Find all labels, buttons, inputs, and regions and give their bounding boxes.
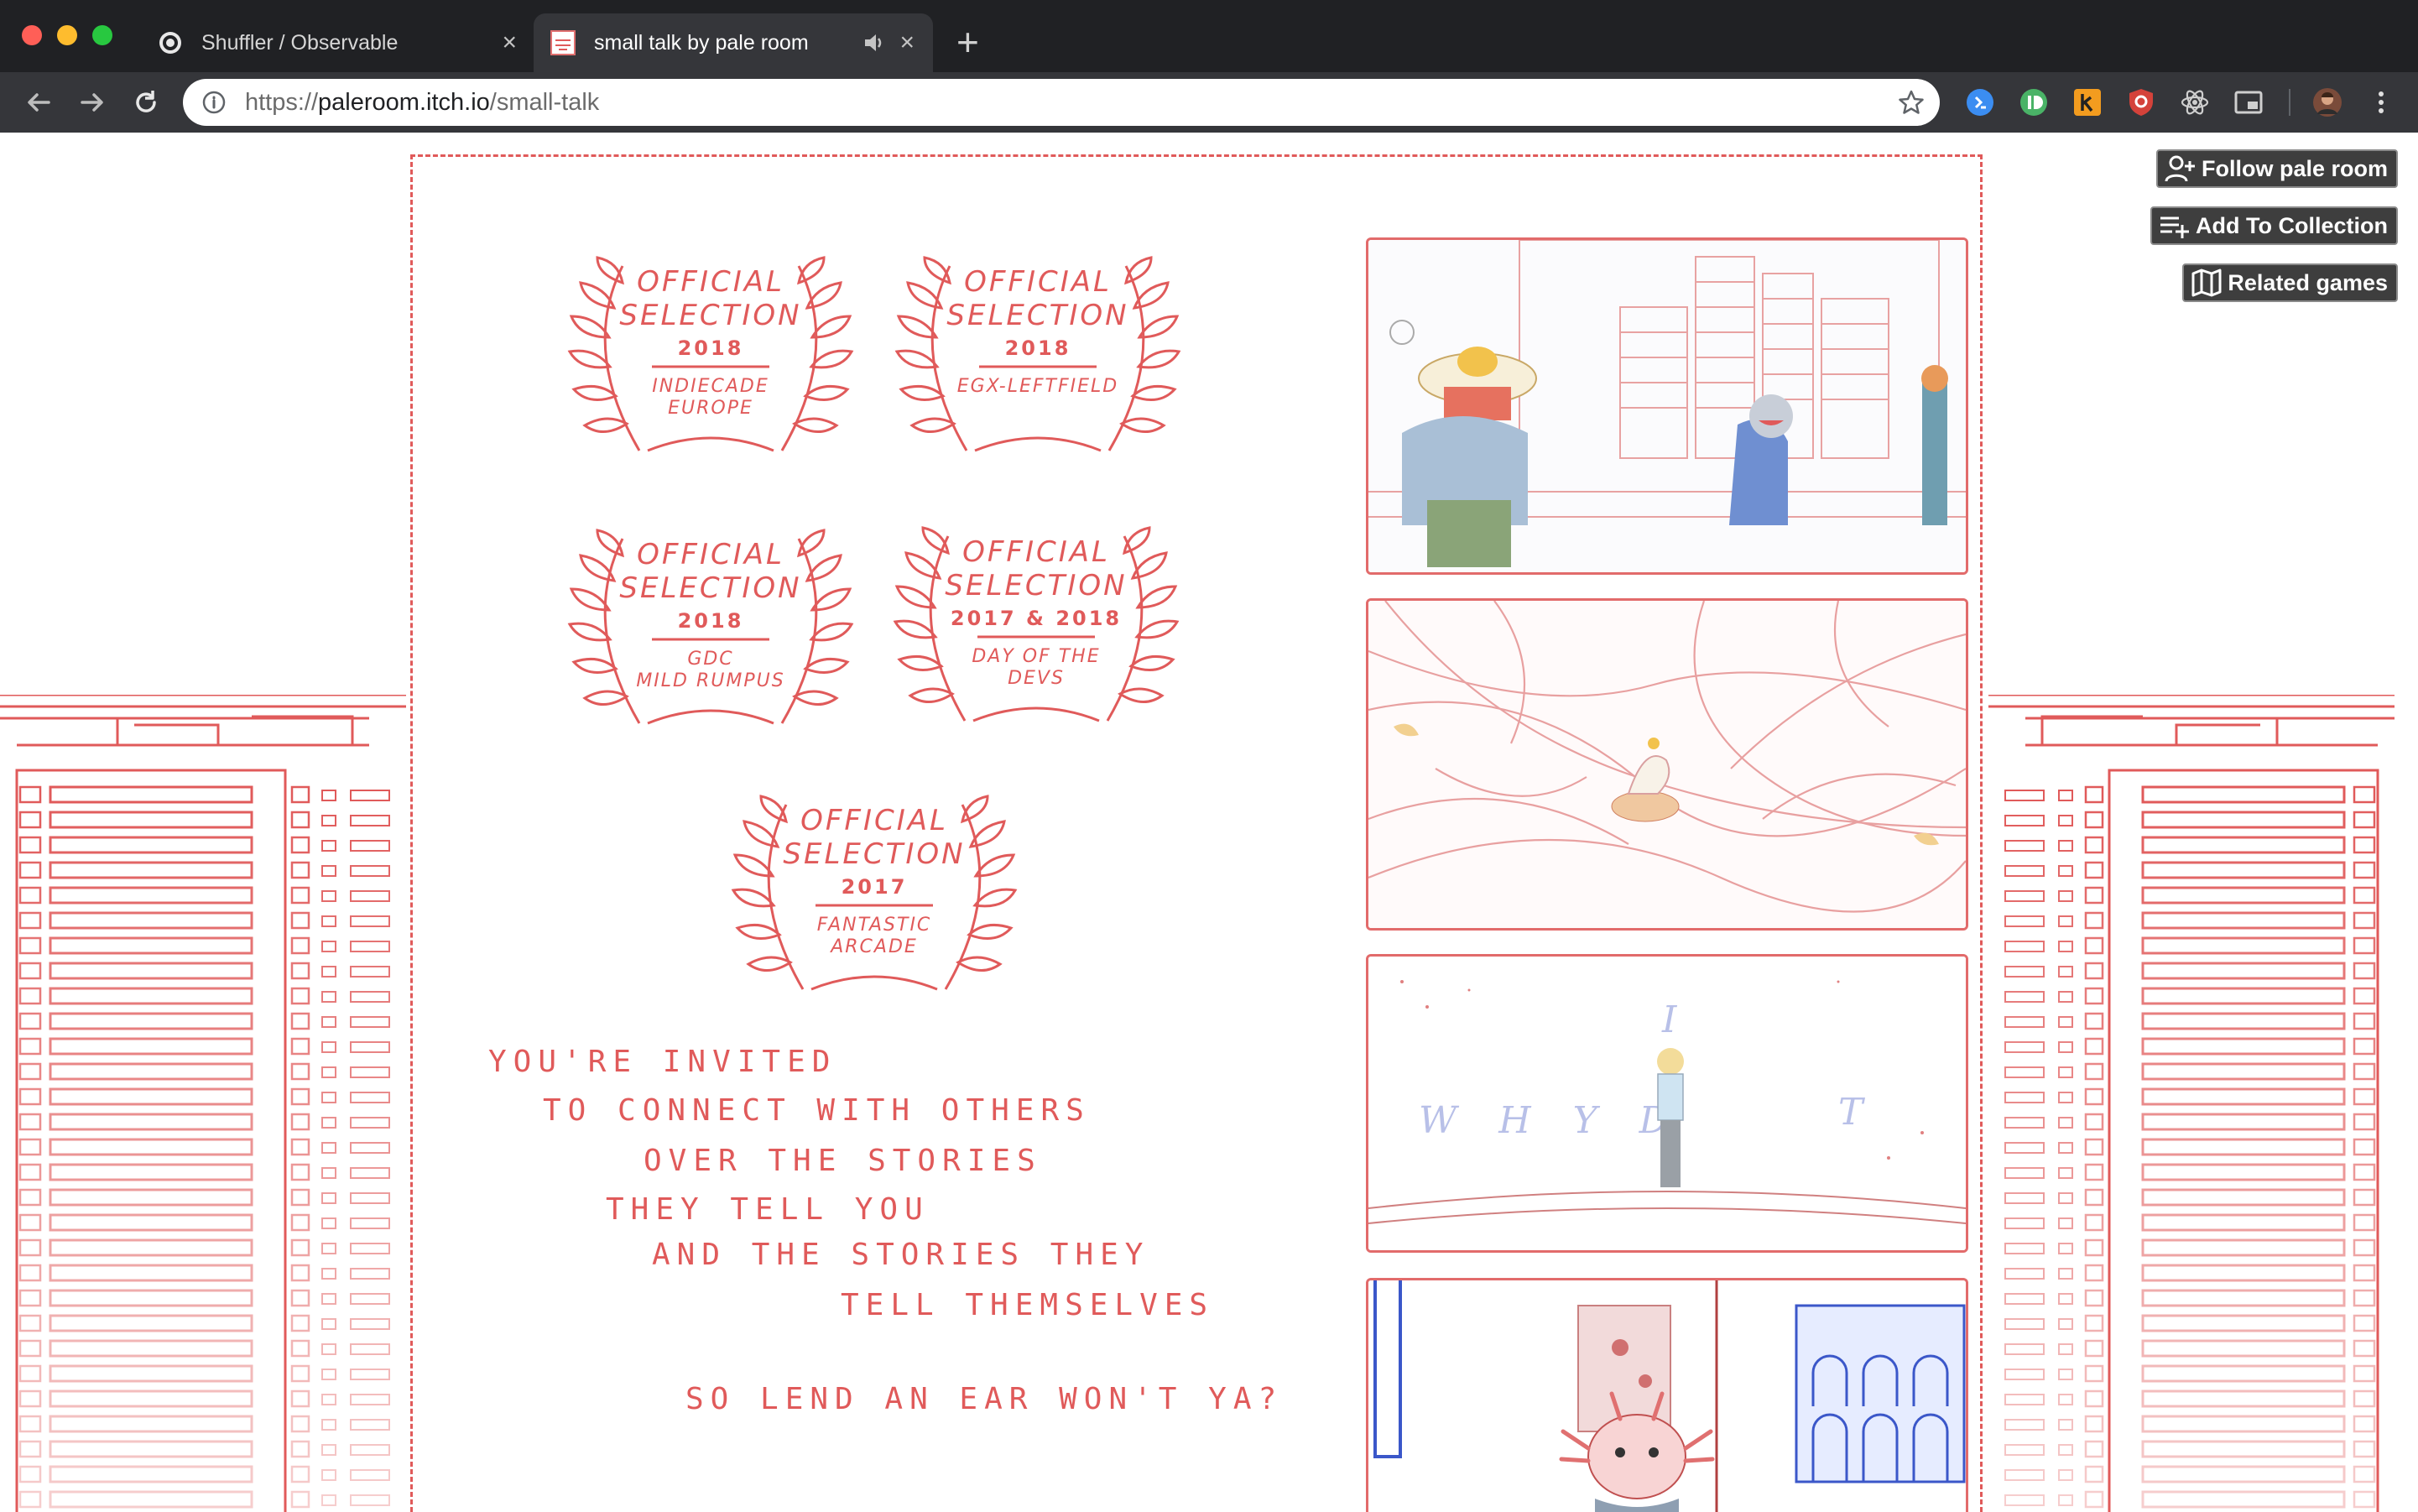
collection-label: Add To Collection [2196,212,2388,238]
award-festival-2: ARCADE [829,936,918,957]
screenshot-stargazing[interactable]: W H Y D I T [1366,954,1968,1253]
award-year: 2017 [842,875,908,899]
browser-toolbar: https://paleroom.itch.io/small-talk [0,72,2418,133]
tab-shuffler-observable[interactable]: Shuffler / Observable × [141,13,535,72]
award-festival: INDIECADE [652,376,769,397]
tab-title: Shuffler / Observable [201,30,399,55]
url-host: paleroom.itch.io [318,88,490,116]
reload-icon[interactable] [129,86,163,119]
award-line2: SELECTION [619,299,801,332]
award-line1: OFFICIAL [637,265,784,299]
site-info-icon[interactable] [201,90,227,115]
react-devtools-icon[interactable] [2180,87,2210,117]
back-arrow-icon[interactable] [22,86,55,119]
award-line2: SELECTION [783,837,965,871]
award-line2: SELECTION [946,299,1128,332]
pushbullet-icon[interactable] [2019,87,2049,117]
poem-line: TELL THEMSELVES [841,1288,1214,1322]
award-laurel-egx: OFFICIAL SELECTION 2018 EGX-LEFTFIELD [895,256,1180,452]
add-user-icon [2165,155,2195,182]
tab-title: small talk by pale room [594,30,809,55]
poem-line: TO CONNECT WITH OTHERS [543,1093,1091,1128]
browser-tab-strip: Shuffler / Observable × small talk by pa… [0,0,2418,72]
award-festival: EGX-LEFTFIELD [957,376,1118,397]
award-festival: DAY OF THE [972,646,1100,667]
award-year: 2018 [678,336,744,360]
screenshot-city-balcony[interactable] [1366,237,1968,575]
poem-line: YOU'RE INVITED [488,1046,836,1079]
ublock-shield-icon[interactable] [2126,87,2156,117]
keepa-icon[interactable] [2072,87,2103,117]
award-festival: GDC [687,649,733,670]
tab-small-talk[interactable]: small talk by pale room × [534,13,933,72]
add-to-collection-button[interactable]: Add To Collection [2150,206,2398,245]
award-line2: SELECTION [619,571,801,605]
award-laurel-indiecade: OFFICIAL SELECTION 2018 INDIECADE EUROPE [568,256,853,452]
related-label: Related games [2228,269,2388,295]
award-year: 2018 [1005,336,1071,360]
url-text: https://paleroom.itch.io/small-talk [245,89,599,117]
minimize-window-button[interactable] [57,25,77,45]
forward-arrow-icon[interactable] [76,86,109,119]
1password-icon[interactable] [1965,87,1995,117]
floating-letter: T [1838,1091,1878,1134]
award-festival-2: DEVS [1008,668,1065,689]
award-festival: FANTASTIC [817,915,932,936]
close-tab-icon[interactable]: × [502,29,517,57]
floating-letter: I [1661,998,1691,1041]
award-laurel-gdc: OFFICIAL SELECTION 2018 GDC MILD RUMPUS [568,529,853,725]
speaker-icon[interactable] [861,30,886,55]
close-window-button[interactable] [22,25,42,45]
award-line2: SELECTION [945,569,1127,602]
game-description-panel: OFFICIAL SELECTION 2018 INDIECADE EUROPE… [410,154,1983,1512]
poem-line: AND THE STORIES THEY [652,1238,1149,1272]
playlist-add-icon [2160,216,2190,238]
pale-room-icon [550,30,576,55]
close-tab-icon[interactable]: × [899,29,915,57]
poem-line: THEY TELL YOU [606,1192,930,1227]
screenshot-tree-nest[interactable] [1366,598,1968,931]
follow-label: Follow pale room [2201,155,2388,181]
award-line1: OFFICIAL [800,804,948,837]
maximize-window-button[interactable] [92,25,112,45]
sky-letters: W H Y D [1419,1099,1684,1142]
award-festival-2: MILD RUMPUS [636,670,784,691]
award-laurel-day-of-the-devs: OFFICIAL SELECTION 2017 & 2018 DAY OF TH… [894,526,1179,722]
poem-line: SO LEND AN EAR WON'T YA? [685,1382,1283,1416]
invitation-poem: YOU'RE INVITED TO CONNECT WITH OTHERS OV… [488,1046,1283,1416]
picture-in-picture-icon[interactable] [2233,87,2264,117]
related-games-button[interactable]: Related games [2182,263,2398,302]
poem-line: OVER THE STORIES [644,1144,1042,1178]
award-year: 2018 [678,609,744,633]
map-icon [2191,269,2222,297]
new-tab-button[interactable]: + [956,18,979,65]
address-bar[interactable]: https://paleroom.itch.io/small-talk [183,79,1940,126]
chrome-menu-icon[interactable] [2366,87,2396,117]
building-illustration-left [0,695,406,1512]
url-scheme: https:// [245,88,319,116]
itch-game-page: OFFICIAL SELECTION 2018 INDIECADE EUROPE… [0,133,2418,1512]
observable-icon [159,32,181,54]
award-festival-2: EUROPE [668,398,753,419]
award-line1: OFFICIAL [637,538,784,571]
profile-avatar[interactable] [2312,87,2342,117]
bookmark-star-icon[interactable] [1898,89,1925,116]
building-illustration-right [1988,695,2395,1512]
follow-button[interactable]: Follow pale room [2155,149,2398,188]
screenshot-axolotl[interactable] [1366,1278,1968,1512]
award-year: 2017 & 2018 [951,607,1122,630]
award-line1: OFFICIAL [964,265,1112,299]
award-line1: OFFICIAL [962,535,1110,569]
url-path: /small-talk [489,88,600,116]
toolbar-divider [2289,89,2290,116]
award-laurel-fantastic-arcade: OFFICIAL SELECTION 2017 FANTASTIC ARCADE [732,795,1017,991]
